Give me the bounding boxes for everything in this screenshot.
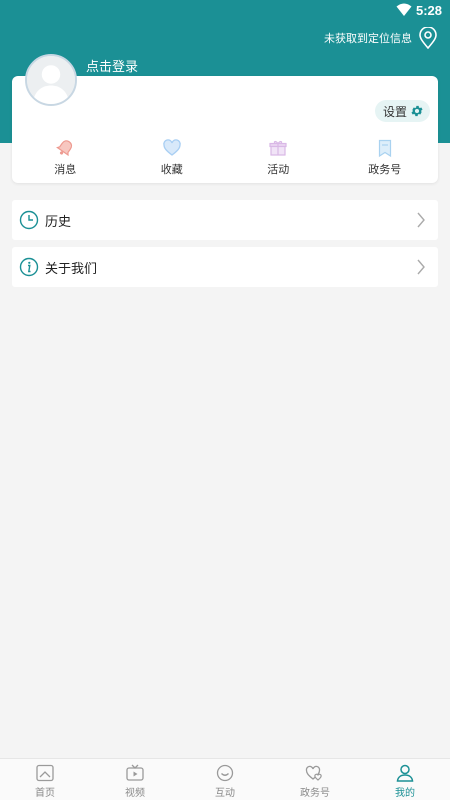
menu-about-us[interactable]: 关于我们 <box>12 247 438 287</box>
quick-messages-label: 消息 <box>54 163 77 176</box>
menu-history[interactable]: 历史 <box>12 200 438 240</box>
bell-icon <box>56 140 73 157</box>
quick-actions: 消息 收藏 活动 政务号 <box>12 138 438 178</box>
clock-icon <box>19 210 39 230</box>
nav-mine-label: 我的 <box>395 788 415 799</box>
avatar[interactable] <box>25 54 77 106</box>
quick-gov-accounts[interactable]: 政务号 <box>332 138 439 178</box>
menu-about-us-label: 关于我们 <box>45 261 98 277</box>
tv-icon <box>126 764 144 781</box>
location-pin-icon <box>419 27 437 49</box>
nav-interaction-label: 互动 <box>215 788 235 799</box>
bottom-navigation: 首页 视频 互动 政务号 我的 <box>0 758 450 800</box>
nav-video-label: 视频 <box>125 788 145 799</box>
default-avatar-icon <box>27 56 75 104</box>
quick-favorites[interactable]: 收藏 <box>119 138 226 178</box>
chat-icon <box>216 764 234 782</box>
nav-gov-accounts[interactable]: 政务号 <box>270 759 360 800</box>
user-icon <box>396 764 414 782</box>
quick-activities-label: 活动 <box>267 163 290 176</box>
nav-video[interactable]: 视频 <box>90 759 180 800</box>
quick-messages[interactable]: 消息 <box>12 138 119 178</box>
location-text: 未获取到定位信息 <box>324 32 412 45</box>
nav-gov-accounts-label: 政务号 <box>300 788 330 799</box>
chevron-right-icon <box>417 212 425 228</box>
settings-label: 设置 <box>382 104 407 119</box>
info-icon <box>19 257 39 277</box>
chevron-right-icon <box>417 259 425 275</box>
bookmark-icon <box>378 139 391 158</box>
nav-mine[interactable]: 我的 <box>360 759 450 800</box>
gear-icon <box>411 105 423 117</box>
profile-card: 设置 消息 收藏 活动 政务号 <box>12 76 438 183</box>
quick-gov-accounts-label: 政务号 <box>368 163 402 176</box>
location-button[interactable]: 未获取到定位信息 <box>324 26 438 50</box>
nav-interaction[interactable]: 互动 <box>180 759 270 800</box>
status-time: 5:28 <box>415 3 442 18</box>
nav-home[interactable]: 首页 <box>0 759 90 800</box>
hearts-icon <box>305 765 322 781</box>
wifi-icon <box>396 3 412 16</box>
quick-activities[interactable]: 活动 <box>225 138 332 178</box>
nav-home-label: 首页 <box>35 788 55 799</box>
login-link[interactable]: 点击登录 <box>86 56 138 75</box>
settings-button[interactable]: 设置 <box>374 100 430 122</box>
home-icon <box>36 764 54 782</box>
gift-icon <box>269 140 287 156</box>
heart-icon <box>163 139 181 156</box>
quick-favorites-label: 收藏 <box>160 163 183 176</box>
menu-history-label: 历史 <box>45 214 72 230</box>
status-bar: 5:28 <box>0 0 450 22</box>
